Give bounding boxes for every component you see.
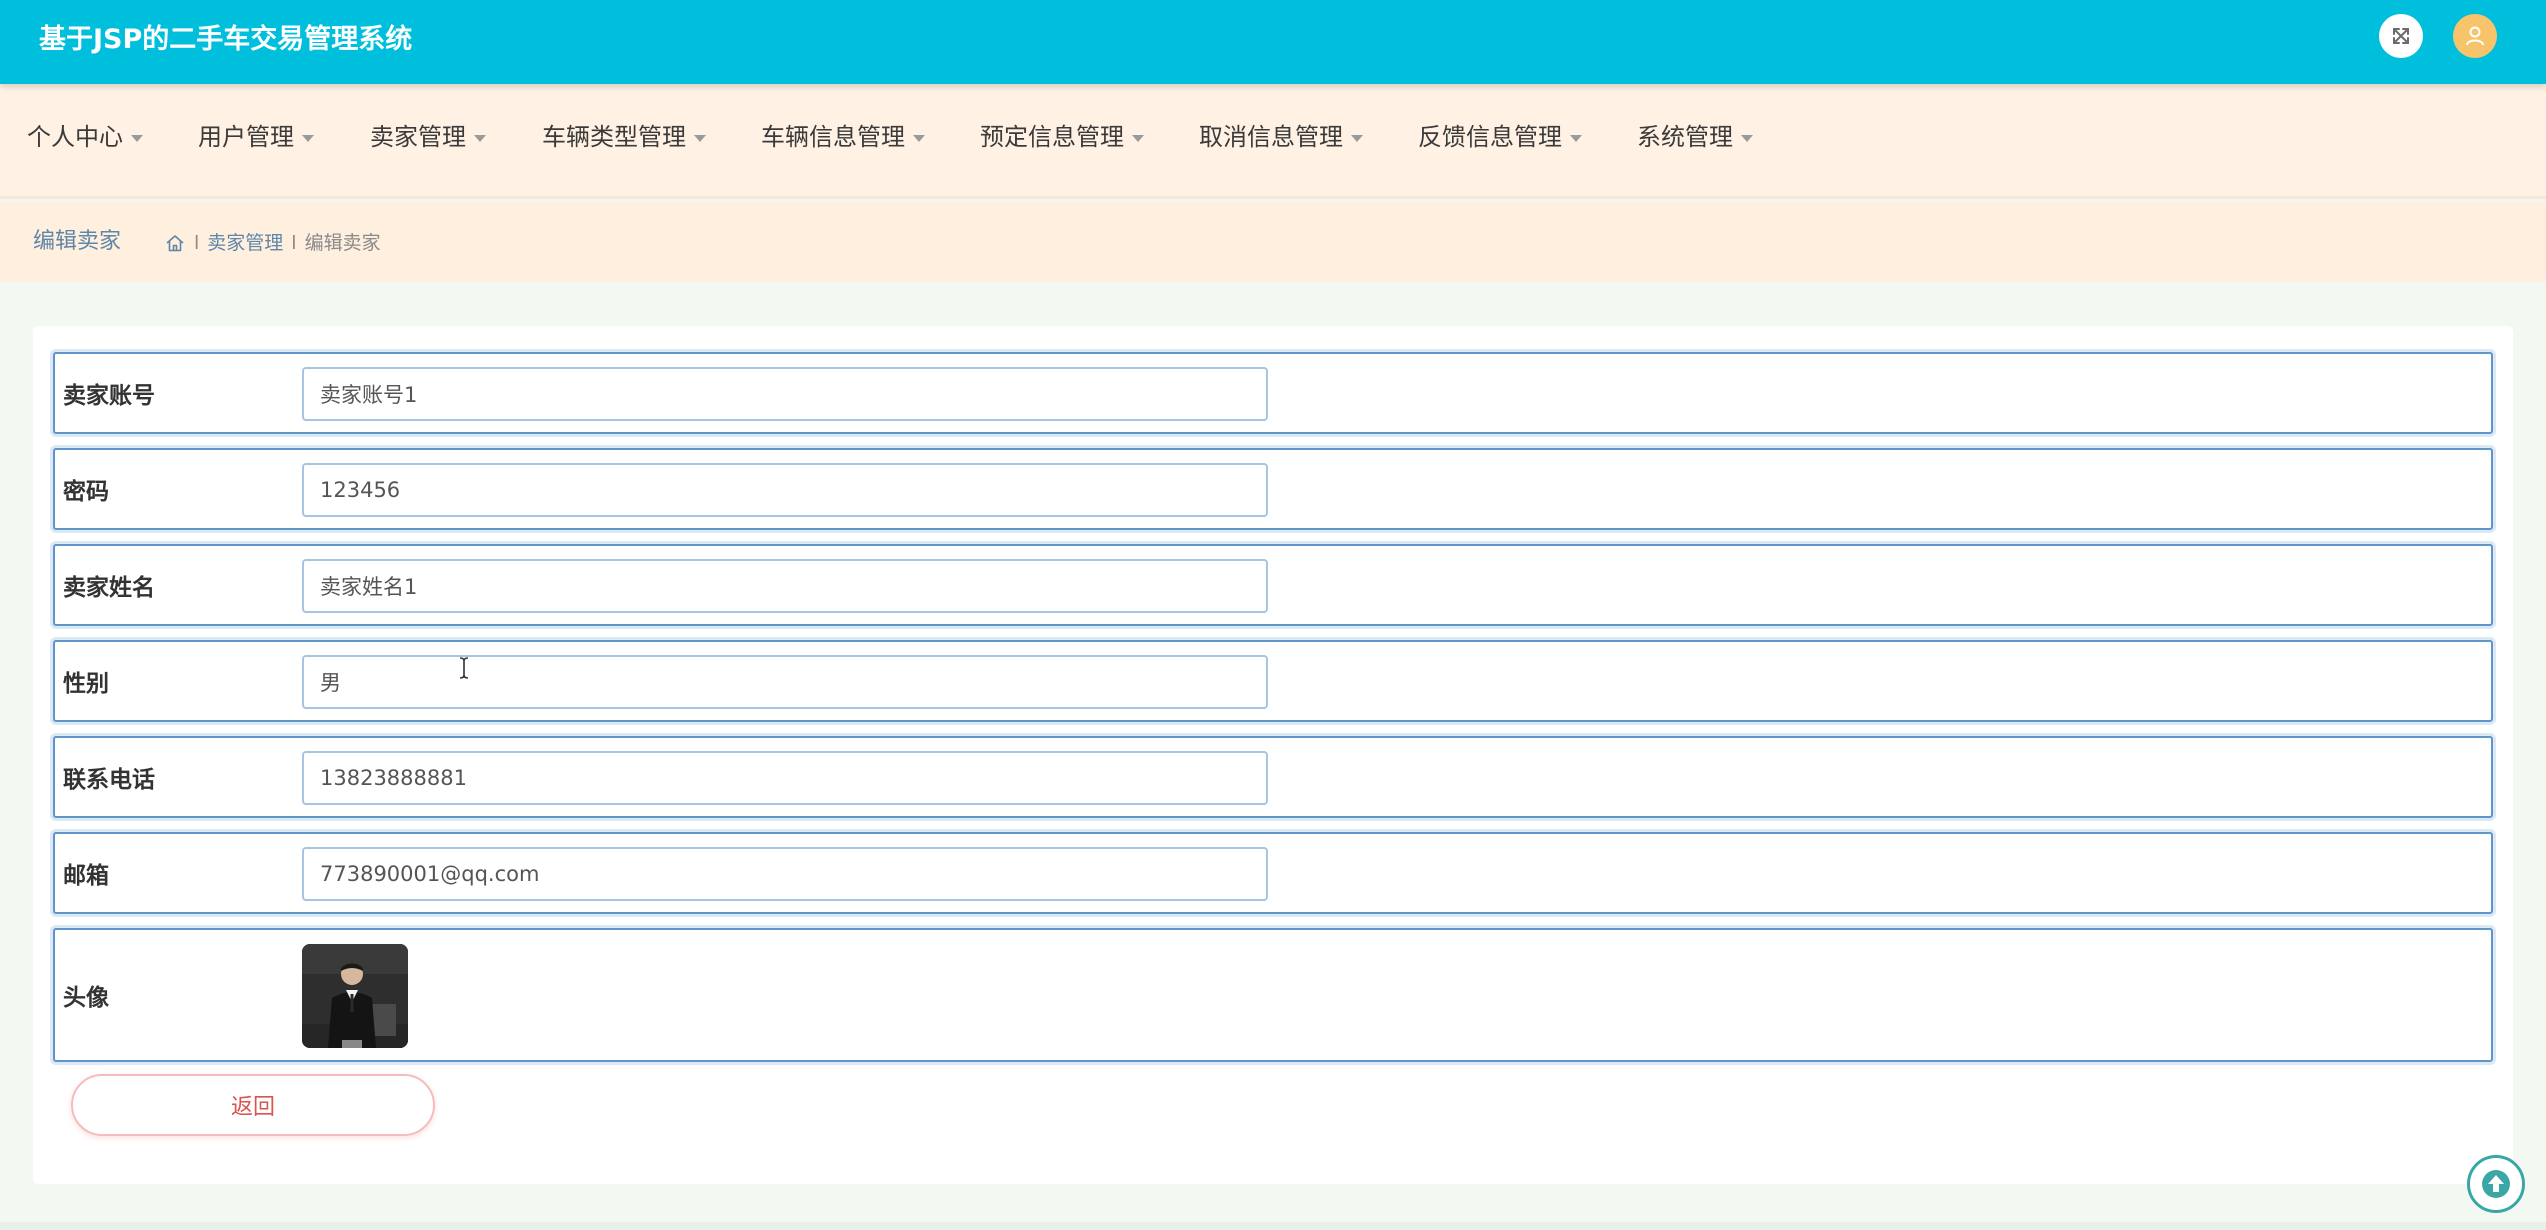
nav-item-seller-management[interactable]: 卖家管理 [370, 120, 486, 154]
page-title: 编辑卖家 [33, 229, 122, 254]
form-row-gender: 性别 [53, 640, 2493, 722]
form-row-name: 卖家姓名 [53, 544, 2493, 626]
breadcrumb-current: 编辑卖家 [304, 232, 381, 254]
arrow-up-icon [2482, 1170, 2510, 1198]
form-row-avatar: 头像 [53, 928, 2493, 1062]
edit-seller-form: 卖家账号 密码 卖家姓名 性别 联系电话 邮箱 头像 [33, 326, 2513, 1184]
nav-item-label: 取消信息管理 [1199, 123, 1343, 151]
account-label: 卖家账号 [63, 383, 155, 409]
password-input[interactable] [302, 463, 1268, 517]
avatar-photo [302, 944, 408, 1048]
name-input[interactable] [302, 559, 1268, 613]
nav-item-reservation-management[interactable]: 预定信息管理 [980, 120, 1144, 154]
nav-item-cancellation-management[interactable]: 取消信息管理 [1199, 120, 1363, 154]
nav-item-label: 车辆类型管理 [542, 123, 686, 151]
caret-down-icon [1741, 134, 1753, 142]
main-nav: 个人中心 用户管理 卖家管理 车辆类型管理 车辆信息管理 预定信息管理 取消信息… [0, 84, 2546, 199]
form-row-account: 卖家账号 [53, 352, 2493, 434]
breadcrumb-separator: l [194, 232, 200, 254]
text-cursor-icon [459, 657, 469, 679]
account-input[interactable] [302, 367, 1268, 421]
caret-down-icon [302, 134, 314, 142]
password-label: 密码 [63, 479, 109, 505]
gender-label: 性别 [63, 671, 109, 697]
email-label: 邮箱 [63, 863, 109, 889]
caret-down-icon [1132, 134, 1144, 142]
breadcrumb-separator: l [291, 232, 297, 254]
top-bar: 基于JSP的二手车交易管理系统 [0, 0, 2546, 84]
nav-item-personal-center[interactable]: 个人中心 [27, 120, 143, 154]
email-input[interactable] [302, 847, 1268, 901]
breadcrumb: l 卖家管理 l 编辑卖家 [164, 228, 381, 258]
page-footer-strip [0, 1222, 2546, 1230]
phone-input[interactable] [302, 751, 1268, 805]
nav-item-label: 个人中心 [27, 123, 123, 151]
nav-item-user-management[interactable]: 用户管理 [198, 120, 314, 154]
home-icon[interactable] [164, 232, 186, 254]
nav-item-label: 卖家管理 [370, 123, 466, 151]
fullscreen-button[interactable] [2379, 14, 2423, 58]
breadcrumb-link-seller-management[interactable]: 卖家管理 [207, 228, 283, 258]
avatar-image[interactable] [302, 944, 408, 1048]
nav-item-label: 系统管理 [1637, 123, 1733, 151]
caret-down-icon [1351, 134, 1363, 142]
nav-item-label: 反馈信息管理 [1418, 123, 1562, 151]
back-button[interactable]: 返回 [71, 1074, 435, 1136]
caret-down-icon [131, 134, 143, 142]
name-label: 卖家姓名 [63, 575, 155, 601]
caret-down-icon [694, 134, 706, 142]
nav-item-vehicle-info-management[interactable]: 车辆信息管理 [761, 120, 925, 154]
form-row-phone: 联系电话 [53, 736, 2493, 818]
nav-item-feedback-management[interactable]: 反馈信息管理 [1418, 120, 1582, 154]
scroll-to-top-button[interactable] [2467, 1155, 2525, 1213]
nav-item-label: 车辆信息管理 [761, 123, 905, 151]
breadcrumb-bar: 编辑卖家 l 卖家管理 l 编辑卖家 [0, 202, 2546, 282]
nav-item-system-management[interactable]: 系统管理 [1637, 120, 1753, 154]
phone-label: 联系电话 [63, 767, 155, 793]
caret-down-icon [913, 134, 925, 142]
user-icon [2466, 26, 2484, 46]
nav-item-label: 预定信息管理 [980, 123, 1124, 151]
nav-item-label: 用户管理 [198, 123, 294, 151]
user-menu-button[interactable] [2453, 14, 2497, 58]
gender-input[interactable] [302, 655, 1268, 709]
form-row-password: 密码 [53, 448, 2493, 530]
caret-down-icon [474, 134, 486, 142]
fullscreen-icon [2393, 28, 2409, 44]
app-title: 基于JSP的二手车交易管理系统 [39, 24, 413, 55]
nav-item-vehicle-type-management[interactable]: 车辆类型管理 [542, 120, 706, 154]
caret-down-icon [1570, 134, 1582, 142]
avatar-label: 头像 [63, 985, 109, 1011]
form-row-email: 邮箱 [53, 832, 2493, 914]
